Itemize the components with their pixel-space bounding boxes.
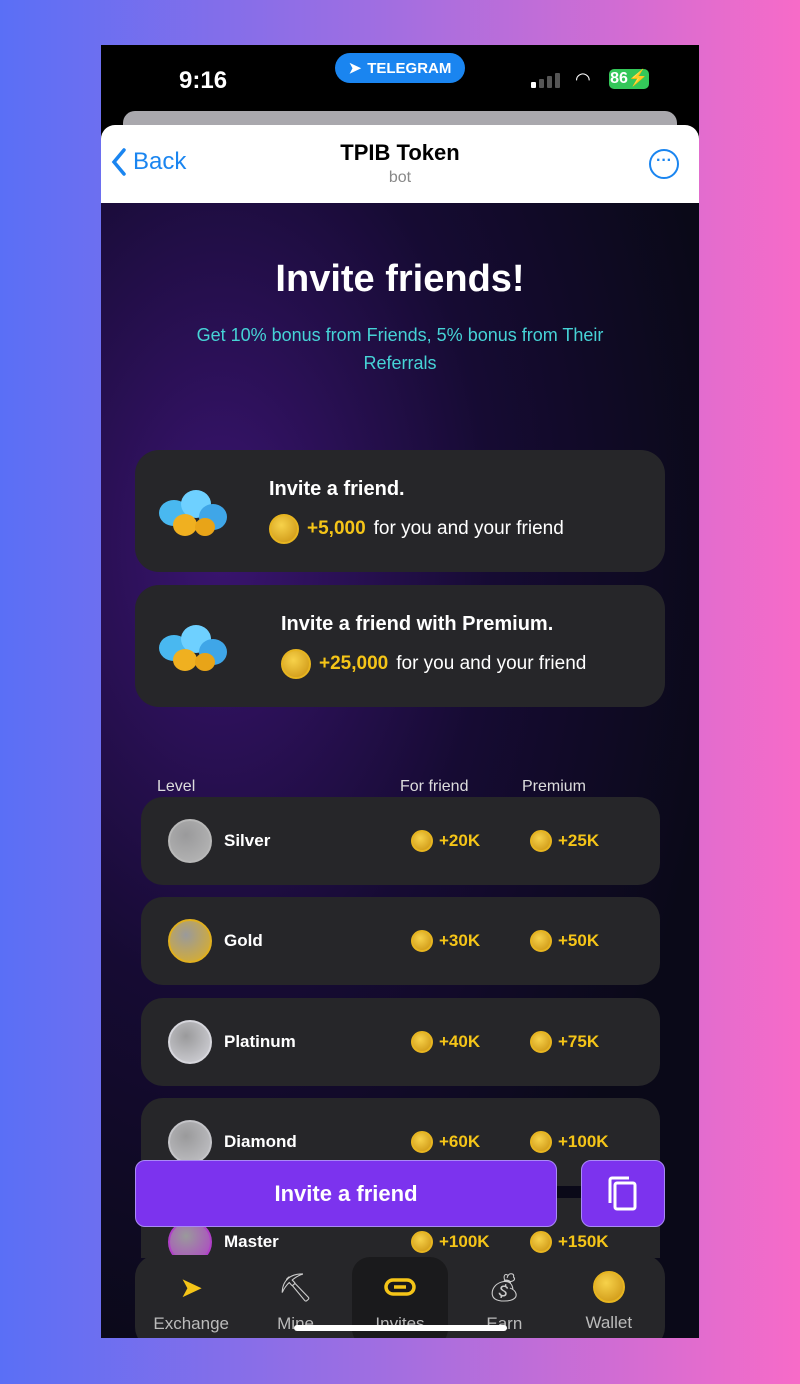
clock: 9:16 — [179, 67, 228, 94]
level-row: Platinum +40K +75K — [141, 998, 660, 1086]
level-medal-icon — [168, 819, 212, 863]
main-content: Invite friends! Get 10% bonus from Frien… — [101, 203, 699, 1338]
copy-link-button[interactable] — [581, 1160, 665, 1227]
link-icon — [384, 1270, 416, 1304]
friend-reward: +100K — [411, 1231, 490, 1253]
card-reward: +5,000 for you and your friend — [269, 514, 564, 544]
coin-icon — [530, 1131, 552, 1153]
more-options-icon[interactable]: ··· — [649, 149, 679, 179]
header-level: Level — [157, 778, 196, 795]
nav-header: Back TPIB Token bot ··· — [101, 125, 699, 203]
premium-reward: +100K — [530, 1131, 609, 1153]
home-indicator[interactable] — [294, 1325, 507, 1331]
header-premium: Premium — [522, 778, 587, 795]
level-medal-icon — [168, 1120, 212, 1164]
coin-icon — [269, 514, 299, 544]
invite-subtitle: Get 10% bonus from Friends, 5% bonus fro… — [196, 325, 604, 373]
gems-icon — [155, 486, 231, 538]
level-row: Gold +30K +50K — [141, 897, 660, 985]
header-for-friend: For friend — [400, 778, 469, 795]
coin-icon — [411, 1031, 433, 1053]
premium-reward: +25K — [530, 830, 599, 852]
invite-friend-button[interactable]: Invite a friend — [135, 1160, 557, 1227]
coin-icon — [411, 1231, 433, 1253]
level-medal-icon — [168, 919, 212, 963]
friend-reward: +40K — [411, 1031, 480, 1053]
level-name: Platinum — [224, 1032, 296, 1051]
coin-icon — [411, 930, 433, 952]
friend-reward: +20K — [411, 830, 480, 852]
telegram-label: TELEGRAM — [367, 59, 452, 77]
level-name: Silver — [224, 831, 271, 850]
telegram-icon: ➤ — [348, 60, 362, 77]
level-row: Silver +20K +25K — [141, 797, 660, 885]
invite-card: Invite a friend. +5,000 for you and your … — [135, 450, 665, 572]
coin-icon — [530, 830, 552, 852]
battery-icon: 86⚡ — [609, 69, 649, 89]
premium-reward: +50K — [530, 930, 599, 952]
invite-premium-card: Invite a friend with Premium. +25,000 for… — [135, 585, 665, 707]
coin-icon — [411, 830, 433, 852]
page-subtitle: bot — [388, 169, 412, 186]
card-reward: +25,000 for you and your friend — [281, 649, 586, 679]
level-name: Master — [224, 1232, 279, 1251]
level-medal-icon — [168, 1020, 212, 1064]
wifi-icon: ◠ — [575, 69, 591, 89]
card-title: Invite a friend with Premium. — [281, 613, 554, 635]
phone-screen: 9:16 ➤ TELEGRAM ◠ 86⚡ Back TPIB Token bot… — [101, 45, 699, 1338]
nav-wallet[interactable]: Wallet — [561, 1257, 657, 1338]
card-title: Invite a friend. — [269, 478, 405, 500]
friend-reward: +30K — [411, 930, 480, 952]
friend-reward: +60K — [411, 1131, 480, 1153]
level-name: Gold — [224, 931, 263, 950]
pickaxe-icon: ⛏ — [277, 1271, 314, 1303]
coin-icon — [530, 1031, 552, 1053]
page-title: TPIB Token — [340, 140, 460, 165]
level-name: Diamond — [224, 1132, 297, 1151]
copy-icon — [608, 1176, 637, 1211]
premium-reward: +150K — [530, 1231, 609, 1253]
telegram-pill[interactable]: ➤ TELEGRAM — [335, 53, 465, 83]
invite-title: Invite friends! — [275, 258, 525, 300]
coin-icon — [592, 1271, 625, 1303]
paper-plane-icon: ➤ — [179, 1271, 203, 1303]
nav-exchange[interactable]: ➤ Exchange — [143, 1257, 239, 1338]
premium-reward: +75K — [530, 1031, 599, 1053]
coin-icon — [530, 930, 552, 952]
gems-icon — [155, 621, 231, 673]
coin-icon — [411, 1131, 433, 1153]
coin-icon — [281, 649, 311, 679]
signal-icon — [531, 73, 560, 88]
coin-icon — [530, 1231, 552, 1253]
money-bag-icon: 💰︎ — [486, 1271, 523, 1303]
